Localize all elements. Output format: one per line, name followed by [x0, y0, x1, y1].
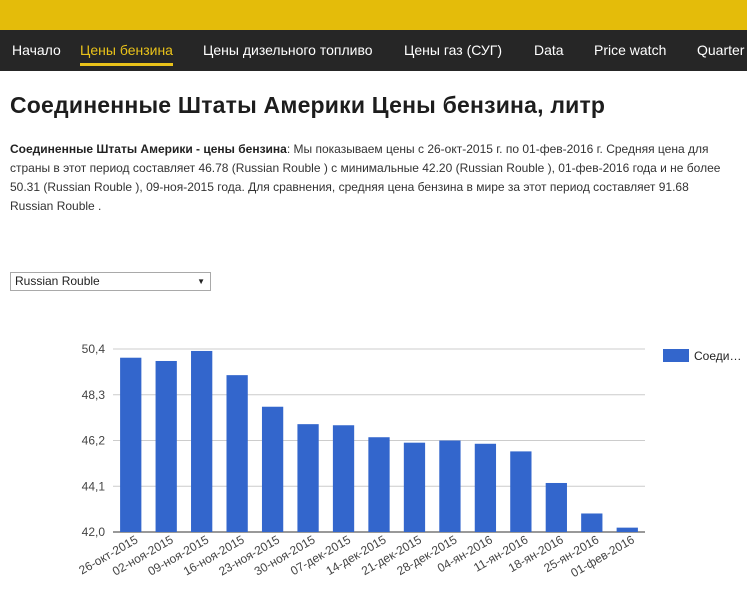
bar: [616, 527, 638, 532]
bar: [439, 440, 461, 532]
price-bar-chart: 50,448,346,244,142,026-окт-201502-ноя-20…: [76, 342, 741, 580]
bar: [403, 442, 426, 532]
y-tick-label: 50,4: [82, 342, 106, 356]
legend-swatch: [663, 349, 689, 362]
bar: [368, 437, 390, 532]
bar: [297, 424, 319, 532]
bar: [332, 425, 355, 532]
y-tick-label: 42,0: [82, 525, 106, 539]
bar: [545, 482, 567, 532]
nav-lpg-prices[interactable]: Цены газ (СУГ): [404, 30, 502, 71]
bar: [226, 375, 248, 532]
legend-label: Соеди…: [694, 349, 741, 363]
nav-diesel-prices[interactable]: Цены дизельного топливо: [203, 30, 373, 71]
nav-gasoline-prices[interactable]: Цены бензина: [80, 30, 173, 71]
nav-home[interactable]: Начало: [12, 30, 61, 71]
bar: [155, 360, 177, 532]
bar: [474, 443, 497, 532]
currency-select[interactable]: Russian Rouble ▼: [10, 272, 211, 291]
bar: [191, 350, 213, 532]
bar: [581, 513, 603, 532]
main-navbar: Начало Цены бензина Цены дизельного топл…: [0, 30, 747, 71]
bar: [510, 451, 532, 532]
top-brand-strip: [0, 0, 747, 30]
y-tick-label: 44,1: [82, 479, 106, 493]
y-tick-label: 46,2: [82, 434, 106, 448]
nav-quarter[interactable]: Quarter: [697, 30, 744, 71]
chevron-down-icon: ▼: [197, 277, 205, 286]
page-title: Соединенные Штаты Америки Цены бензина, …: [10, 92, 606, 118]
nav-data[interactable]: Data: [534, 30, 564, 71]
bar: [261, 406, 284, 532]
bar: [120, 357, 142, 532]
summary-paragraph: Соединенные Штаты Америки - цены бензина…: [10, 140, 732, 216]
summary-bold-lead: Соединенные Штаты Америки - цены бензина: [10, 142, 287, 156]
nav-price-watch[interactable]: Price watch: [594, 30, 666, 71]
currency-select-value: Russian Rouble: [15, 274, 100, 288]
y-tick-label: 48,3: [82, 388, 106, 402]
active-tab-underline: [80, 63, 173, 66]
